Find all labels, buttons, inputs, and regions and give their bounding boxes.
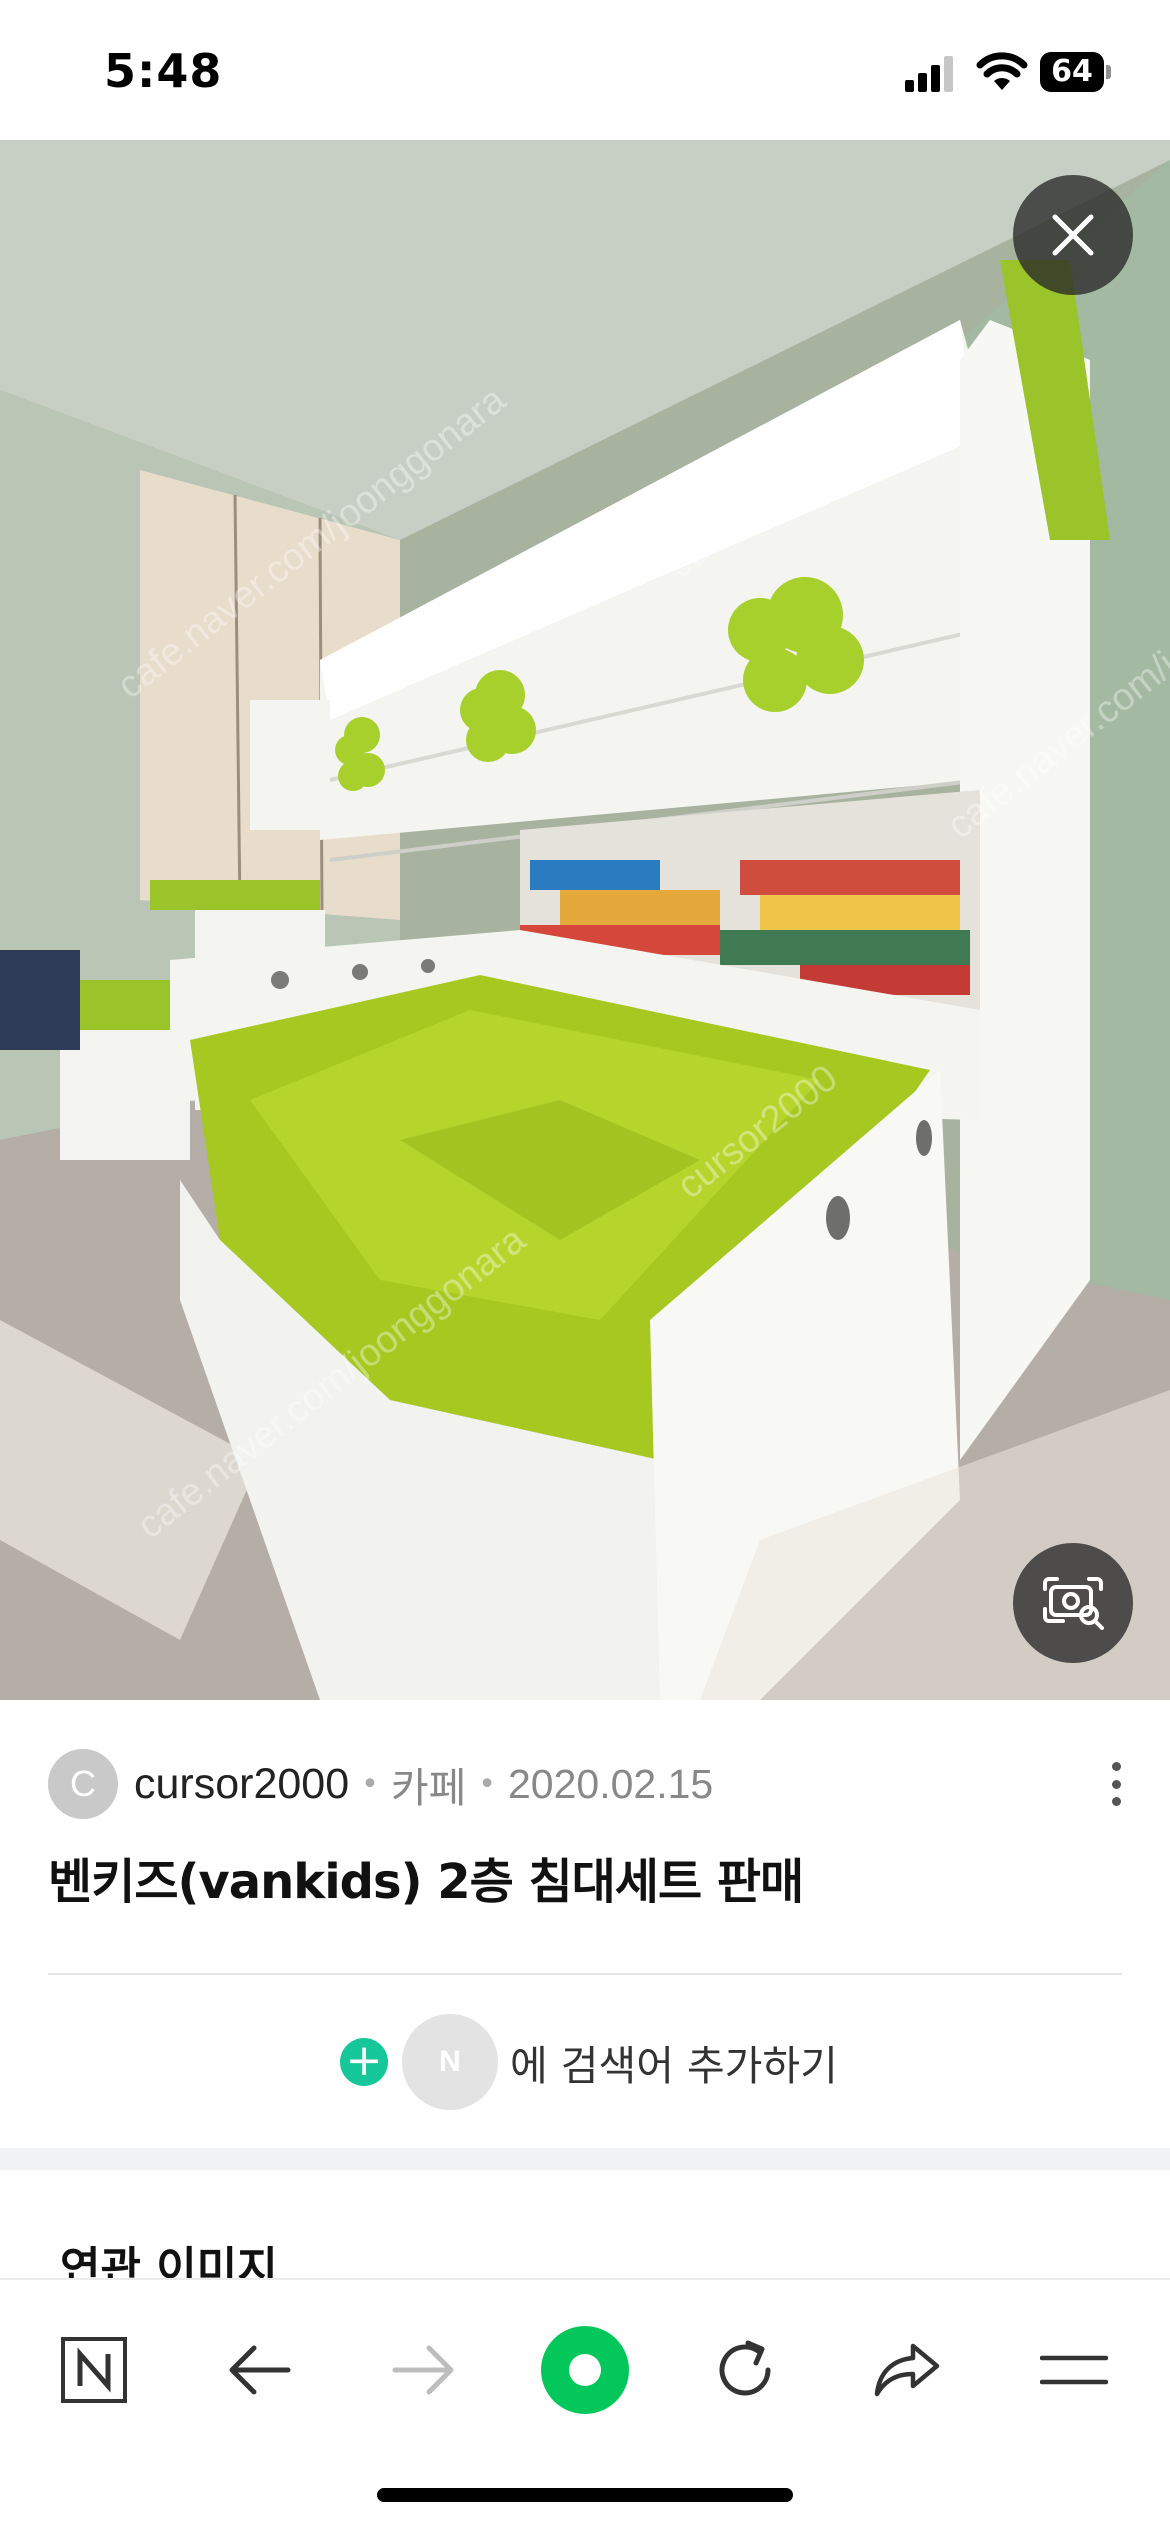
image-search-icon [1043,1577,1104,1630]
back-arrow-icon[interactable] [210,2320,310,2420]
plus-icon: + [340,2038,388,2086]
wifi-icon [976,50,1028,92]
home-indicator[interactable] [377,2488,793,2502]
main-photo[interactable]: cafe.naver.com/joonggonara cafe.naver.co… [0,140,1170,1700]
bunk-bed-photo: cafe.naver.com/joonggonara cafe.naver.co… [0,140,1170,1700]
close-button[interactable] [1013,175,1133,295]
battery-level: 64 [1040,52,1104,92]
post-date: 2020.02.15 [508,1760,714,1807]
battery-icon: 64 [1040,52,1112,92]
naver-home-icon[interactable] [44,2320,144,2420]
status-time: 5:48 [104,44,223,98]
post-meta-row: C cursor2000 • 카페 • 2020.02.15 [48,1748,1128,1820]
meta-separator: • [478,1766,496,1802]
divider [48,1973,1122,1975]
menu-icon[interactable] [1024,2320,1124,2420]
green-dot-icon[interactable] [535,2320,635,2420]
post-source: 카페 [390,1765,467,1811]
reload-icon[interactable] [695,2320,795,2420]
image-search-button[interactable] [1013,1543,1133,1663]
meta-separator: • [361,1766,379,1802]
forward-arrow-icon[interactable] [373,2320,473,2420]
section-divider [0,2148,1170,2170]
close-icon [1052,214,1094,256]
add-search-label: 에 검색어 추가하기 [510,2042,838,2090]
more-options-icon[interactable] [1096,1762,1136,1806]
cellular-signal-icon [905,56,957,92]
share-icon[interactable] [858,2320,958,2420]
keyword-avatar: N [402,2014,498,2110]
status-bar: 5:48 64 [0,0,1170,140]
add-search-keyword-button[interactable]: + N 에 검색어 추가하기 [340,2012,838,2112]
post-title[interactable]: 벤키즈(vankids) 2층 침대세트 판매 [48,1842,804,1912]
author-name[interactable]: cursor2000 [134,1760,349,1809]
author-avatar[interactable]: C [48,1749,118,1819]
